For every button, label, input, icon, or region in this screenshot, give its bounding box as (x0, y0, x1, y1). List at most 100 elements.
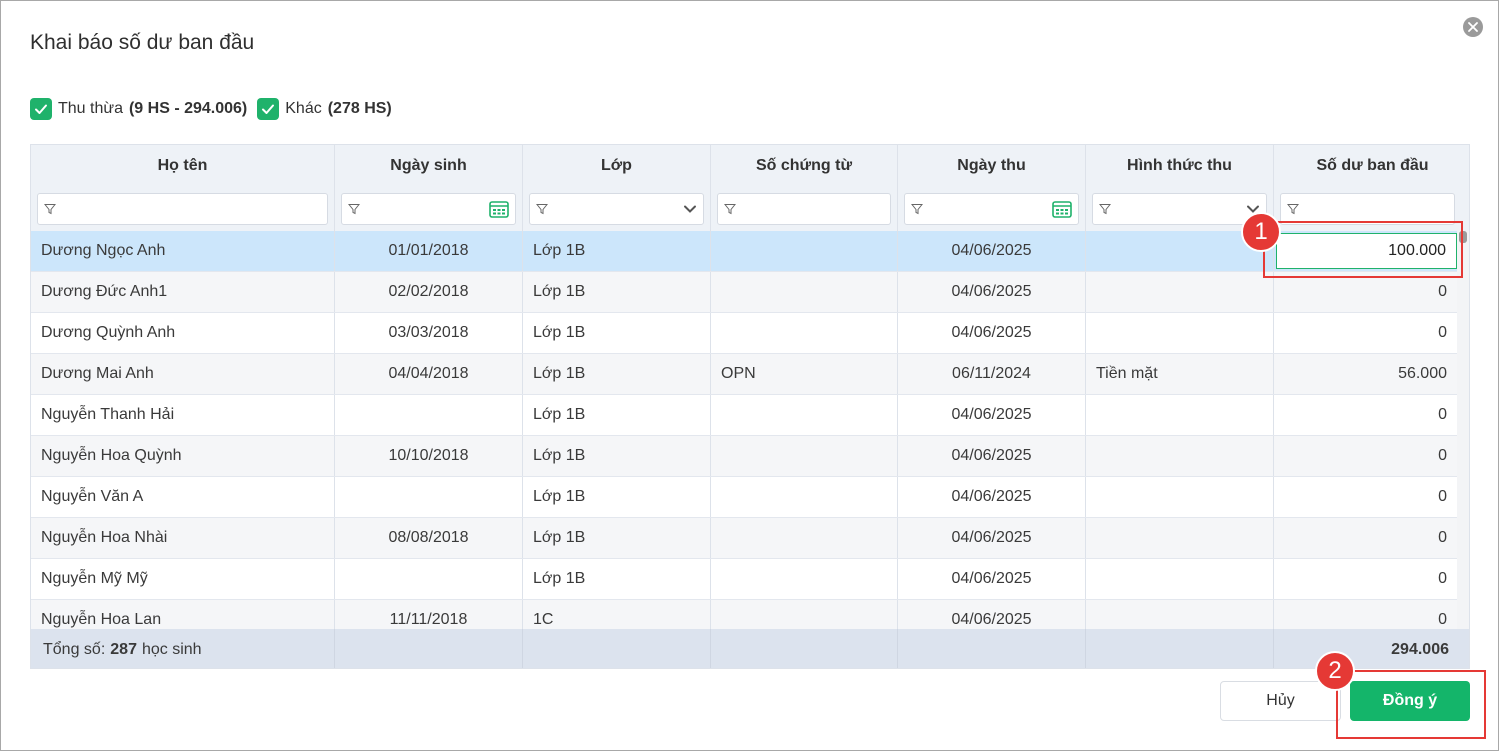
cell-dob: 03/03/2018 (335, 313, 523, 353)
cell-date: 04/06/2025 (898, 477, 1086, 517)
cell-dob: 08/08/2018 (335, 518, 523, 558)
cell-method (1086, 313, 1274, 353)
cell-method: Tiền mặt (1086, 354, 1274, 394)
cell-class: 1C (523, 600, 711, 629)
cell-date: 06/11/2024 (898, 354, 1086, 394)
cell-voucher (711, 477, 898, 517)
filter-checks: Thu thừa (9 HS - 294.006) Khác (278 HS) (30, 98, 392, 120)
cell-method (1086, 272, 1274, 312)
chevron-down-icon (684, 205, 696, 213)
table-row[interactable]: Nguyễn Thanh Hải Lớp 1B 04/06/2025 0 (31, 395, 1459, 436)
column-header[interactable]: Số chứng từ (711, 145, 898, 187)
filter-icon (44, 204, 56, 215)
checkbox-count: (9 HS - 294.006) (128, 100, 248, 117)
cell-method (1086, 518, 1274, 558)
cell-class: Lớp 1B (523, 313, 711, 353)
cell-balance: 0 (1438, 529, 1447, 546)
checkbox-khac[interactable]: Khác (278 HS) (257, 98, 392, 120)
cell-date: 04/06/2025 (898, 313, 1086, 353)
cell-voucher: OPN (711, 354, 898, 394)
cell-class: Lớp 1B (523, 272, 711, 312)
filter-select-class[interactable] (529, 193, 704, 225)
table-row[interactable]: Dương Đức Anh1 02/02/2018 Lớp 1B 04/06/2… (31, 272, 1459, 313)
table-row[interactable]: Dương Mai Anh 04/04/2018 Lớp 1B OPN 06/1… (31, 354, 1459, 395)
filter-cell (711, 187, 898, 231)
footer-cell (711, 629, 898, 668)
filter-icon (911, 204, 923, 215)
cell-voucher (711, 272, 898, 312)
cell-balance: 0 (1438, 570, 1447, 587)
filter-select-method[interactable] (1092, 193, 1267, 225)
column-header[interactable]: Hình thức thu (1086, 145, 1274, 187)
footer-total-suffix: học sinh (141, 640, 202, 658)
filter-icon (1099, 204, 1111, 215)
filter-input-voucher[interactable] (717, 193, 891, 225)
cell-dob: 02/02/2018 (335, 272, 523, 312)
cell-date: 04/06/2025 (898, 436, 1086, 476)
cell-name: Nguyễn Thanh Hải (31, 395, 335, 435)
footer-cell (335, 629, 523, 668)
footer-total-count: 287 (110, 640, 137, 658)
table-row[interactable]: Nguyễn Mỹ Mỹ Lớp 1B 04/06/2025 0 (31, 559, 1459, 600)
table-row[interactable]: Nguyễn Hoa Nhài 08/08/2018 Lớp 1B 04/06/… (31, 518, 1459, 559)
footer-row: Tổng số: 287 học sinh 294.006 (31, 629, 1469, 668)
filter-input-dob[interactable] (341, 193, 516, 225)
vertical-scrollbar[interactable] (1457, 231, 1469, 629)
cell-voucher (711, 436, 898, 476)
column-header[interactable]: Họ tên (31, 145, 335, 187)
filter-input-date[interactable] (904, 193, 1079, 225)
filter-icon (348, 204, 360, 215)
cell-balance: 0 (1438, 488, 1447, 505)
cell-date: 04/06/2025 (898, 559, 1086, 599)
checkbox-checked-icon (30, 98, 52, 120)
annotation-box-2 (1336, 670, 1486, 739)
filter-icon (724, 204, 736, 215)
column-header[interactable]: Số dư ban đầu (1274, 145, 1469, 187)
checkbox-label: Thu thừa (58, 100, 123, 117)
cell-voucher (711, 395, 898, 435)
cell-balance: 0 (1438, 447, 1447, 464)
cell-class: Lớp 1B (523, 518, 711, 558)
cell-voucher (711, 518, 898, 558)
calendar-icon[interactable] (489, 200, 509, 218)
cell-name: Nguyễn Mỹ Mỹ (31, 559, 335, 599)
cell-dob: 11/11/2018 (335, 600, 523, 629)
filter-cell (523, 187, 711, 231)
cell-method (1086, 600, 1274, 629)
dialog: Khai báo số dư ban đầu Thu thừa (9 HS - … (0, 0, 1499, 751)
cell-class: Lớp 1B (523, 395, 711, 435)
filter-input-name[interactable] (37, 193, 328, 225)
cell-class: Lớp 1B (523, 559, 711, 599)
calendar-icon[interactable] (1052, 200, 1072, 218)
cell-class: Lớp 1B (523, 354, 711, 394)
cell-method (1086, 395, 1274, 435)
table-body: Dương Ngọc Anh 01/01/2018 Lớp 1B 04/06/2… (31, 231, 1459, 629)
table-row[interactable]: Dương Quỳnh Anh 03/03/2018 Lớp 1B 04/06/… (31, 313, 1459, 354)
filter-cell (898, 187, 1086, 231)
cell-date: 04/06/2025 (898, 600, 1086, 629)
cell-date: 04/06/2025 (898, 272, 1086, 312)
annotation-box-1 (1263, 221, 1463, 278)
cell-balance: 0 (1438, 283, 1447, 300)
annotation-badge-2: 2 (1315, 651, 1355, 691)
footer-total-balance: 294.006 (1391, 640, 1449, 658)
cell-dob: 01/01/2018 (335, 231, 523, 271)
table-row[interactable]: Nguyễn Hoa Lan 11/11/2018 1C 04/06/2025 … (31, 600, 1459, 629)
close-button[interactable] (1463, 17, 1483, 37)
checkbox-thu-thua[interactable]: Thu thừa (9 HS - 294.006) (30, 98, 247, 120)
table-row[interactable]: Nguyễn Hoa Quỳnh 10/10/2018 Lớp 1B 04/06… (31, 436, 1459, 477)
column-header[interactable]: Ngày thu (898, 145, 1086, 187)
cell-dob: 10/10/2018 (335, 436, 523, 476)
cell-balance: 0 (1438, 324, 1447, 341)
cell-voucher (711, 231, 898, 271)
cell-method (1086, 477, 1274, 517)
footer-cell (523, 629, 711, 668)
cell-dob (335, 395, 523, 435)
table-row[interactable]: Nguyễn Văn A Lớp 1B 04/06/2025 0 (31, 477, 1459, 518)
cell-name: Nguyễn Hoa Quỳnh (31, 436, 335, 476)
dialog-title: Khai báo số dư ban đầu (30, 31, 255, 54)
footer-cell (898, 629, 1086, 668)
annotation-badge-1: 1 (1241, 212, 1281, 252)
column-header[interactable]: Lớp (523, 145, 711, 187)
column-header[interactable]: Ngày sinh (335, 145, 523, 187)
